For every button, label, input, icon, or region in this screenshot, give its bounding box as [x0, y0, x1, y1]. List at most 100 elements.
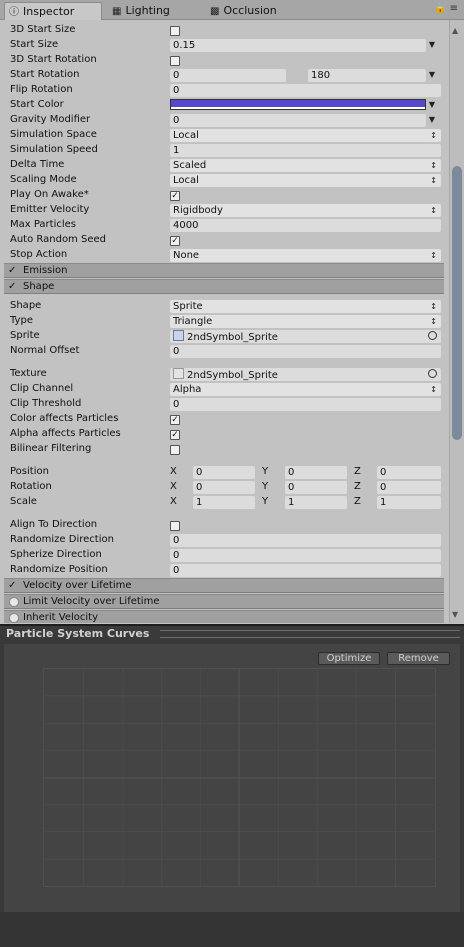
randomize-position-field[interactable]: 0: [170, 564, 441, 577]
play-on-awake-checkbox[interactable]: ✓: [170, 191, 180, 201]
tab-options[interactable]: 🔒 ≡: [434, 3, 458, 14]
simulation-speed-field[interactable]: 1: [170, 144, 441, 157]
check-icon[interactable]: ✓: [8, 579, 16, 592]
row-type: Type Triangle ↕: [0, 314, 445, 329]
dropdown-arrows-icon: ↕: [430, 131, 437, 140]
section-inherit-velocity[interactable]: Inherit Velocity: [4, 610, 444, 623]
section-shape[interactable]: ✓ Shape: [4, 279, 444, 294]
align-to-direction-checkbox[interactable]: [170, 521, 180, 531]
spherize-direction-field[interactable]: 0: [170, 549, 441, 562]
section-velocity-over-lifetime[interactable]: ✓ Velocity over Lifetime: [4, 578, 444, 593]
optimize-button[interactable]: Optimize: [318, 652, 380, 665]
delta-time-dropdown[interactable]: Scaled ↕: [170, 159, 441, 172]
rotation-z-field[interactable]: 0: [377, 481, 441, 494]
rotation-x-field[interactable]: 0: [193, 481, 255, 494]
type-dropdown[interactable]: Triangle ↕: [170, 315, 441, 328]
start-rotation-min-field[interactable]: 0: [170, 69, 286, 82]
chevron-down-icon[interactable]: ▼: [429, 115, 435, 124]
inspector-panel: 3D Start Size Start Size 0.15 ▼ 3D Start…: [0, 20, 448, 623]
3d-start-size-checkbox[interactable]: [170, 26, 180, 36]
curves-header[interactable]: Particle System Curves: [0, 624, 464, 640]
row-rotation: Rotation X 0 Y 0 Z 0: [0, 480, 445, 495]
row-clip-channel: Clip Channel Alpha ↕: [0, 382, 445, 397]
clip-threshold-field[interactable]: 0: [170, 398, 441, 411]
scale-z-field[interactable]: 1: [377, 496, 441, 509]
start-rotation-max-field[interactable]: 180: [308, 69, 426, 82]
tab-lighting[interactable]: ▦ Lighting: [108, 2, 198, 20]
flip-rotation-field[interactable]: 0: [170, 84, 441, 97]
section-emission[interactable]: ✓ Emission: [4, 263, 444, 278]
section-limit-velocity[interactable]: Limit Velocity over Lifetime: [4, 594, 444, 609]
tab-occlusion[interactable]: ▩ Occlusion: [206, 2, 306, 20]
position-x-field[interactable]: 0: [193, 466, 255, 479]
row-scale: Scale X 1 Y 1 Z 1: [0, 495, 445, 510]
auto-random-seed-checkbox[interactable]: ✓: [170, 236, 180, 246]
row-alpha-affects-particles: Alpha affects Particles ✓: [10, 428, 180, 440]
color-affects-particles-checkbox[interactable]: ✓: [170, 415, 180, 425]
alpha-affects-particles-checkbox[interactable]: ✓: [170, 430, 180, 440]
chevron-down-icon[interactable]: ▼: [429, 70, 435, 79]
start-size-field[interactable]: 0.15: [170, 39, 426, 52]
dropdown-arrows-icon: ↕: [430, 161, 437, 170]
scale-y-field[interactable]: 1: [285, 496, 347, 509]
sprite-object-field[interactable]: 2ndSymbol_Sprite: [170, 330, 441, 343]
sprite-icon: [173, 330, 184, 341]
position-z-field[interactable]: 0: [377, 466, 441, 479]
scaling-mode-dropdown[interactable]: Local ↕: [170, 174, 441, 187]
row-start-size: Start Size 0.15 ▼: [10, 39, 435, 52]
row-start-rotation: Start Rotation 0 180 ▼: [10, 69, 435, 82]
3d-start-rotation-checkbox[interactable]: [170, 56, 180, 66]
row-position: Position X 0 Y 0 Z 0: [0, 465, 445, 480]
scroll-up-icon[interactable]: ▲: [452, 26, 458, 35]
row-start-color: Start Color ▼: [10, 99, 435, 110]
check-icon[interactable]: ✓: [8, 280, 16, 293]
drag-handle[interactable]: [160, 630, 460, 638]
clip-channel-dropdown[interactable]: Alpha ↕: [170, 383, 441, 396]
row-max-particles: Max Particles 4000: [0, 218, 445, 233]
lighting-icon: ▦: [112, 6, 122, 17]
row-shape: Shape Sprite ↕: [0, 299, 445, 314]
emitter-velocity-dropdown[interactable]: Rigidbody ↕: [170, 204, 441, 217]
curves-panel: Optimize Remove: [0, 640, 464, 947]
row-stop-action: Stop Action None ↕: [0, 248, 445, 263]
row-normal-offset: Normal Offset 0: [0, 344, 445, 359]
chevron-down-icon[interactable]: ▼: [429, 40, 435, 49]
inspector-scrollbar[interactable]: ▲ ▼: [449, 20, 464, 623]
row-bilinear-filtering: Bilinear Filtering: [0, 442, 445, 457]
menu-icon[interactable]: ≡: [450, 3, 458, 14]
texture-object-field[interactable]: 2ndSymbol_Sprite: [170, 368, 441, 381]
object-picker-icon[interactable]: [428, 331, 437, 340]
curves-grid[interactable]: [43, 668, 436, 887]
chevron-down-icon[interactable]: ▼: [429, 100, 435, 109]
row-simulation-speed: Simulation Speed 1: [0, 143, 445, 158]
max-particles-field[interactable]: 4000: [170, 219, 441, 232]
check-icon[interactable]: ✓: [8, 264, 16, 277]
row-sprite: Sprite 2ndSymbol_Sprite: [0, 329, 445, 344]
normal-offset-field[interactable]: 0: [170, 345, 441, 358]
scrollbar-thumb[interactable]: [452, 166, 462, 440]
tab-inspector[interactable]: ⓘ Inspector: [4, 2, 102, 20]
row-play-on-awake: Play On Awake* ✓: [10, 189, 180, 201]
start-color-swatch[interactable]: [170, 99, 426, 110]
row-spherize-direction: Spherize Direction 0: [0, 548, 445, 563]
stop-action-dropdown[interactable]: None ↕: [170, 249, 441, 262]
toggle-off-icon[interactable]: [9, 613, 19, 623]
scroll-down-icon[interactable]: ▼: [452, 610, 458, 619]
gravity-modifier-field[interactable]: 0: [170, 114, 426, 127]
scale-x-field[interactable]: 1: [193, 496, 255, 509]
shape-dropdown[interactable]: Sprite ↕: [170, 300, 441, 313]
lock-icon[interactable]: 🔒: [434, 3, 446, 14]
remove-button[interactable]: Remove: [387, 652, 450, 665]
position-y-field[interactable]: 0: [285, 466, 347, 479]
occlusion-icon: ▩: [210, 6, 220, 17]
row-flip-rotation: Flip Rotation 0: [0, 83, 445, 98]
tab-bar: ⓘ Inspector ▦ Lighting ▩ Occlusion 🔒 ≡: [0, 0, 464, 20]
toggle-off-icon[interactable]: [9, 597, 19, 607]
object-picker-icon[interactable]: [428, 369, 437, 378]
rotation-y-field[interactable]: 0: [285, 481, 347, 494]
row-3d-start-size: 3D Start Size: [0, 23, 445, 38]
bilinear-filtering-checkbox[interactable]: [170, 445, 180, 455]
curves-editor[interactable]: Optimize Remove: [4, 644, 460, 912]
randomize-direction-field[interactable]: 0: [170, 534, 441, 547]
simulation-space-dropdown[interactable]: Local ↕: [170, 129, 441, 142]
